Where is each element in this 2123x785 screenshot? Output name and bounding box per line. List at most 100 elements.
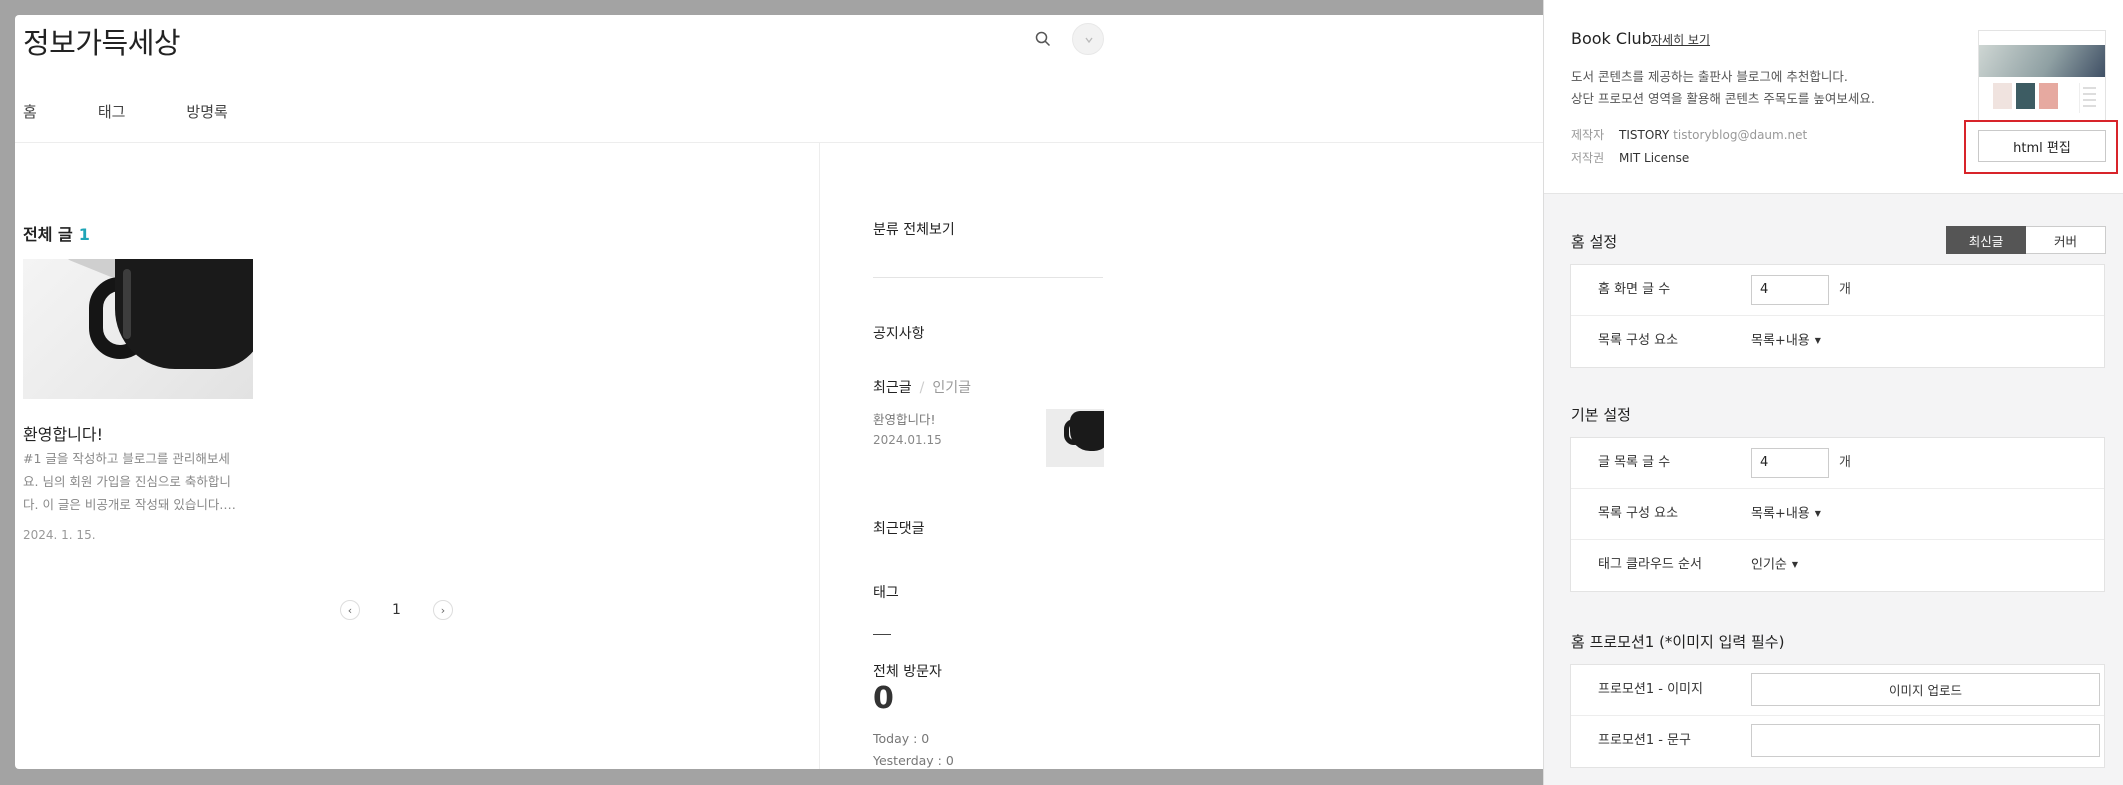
promo-image-label: 프로모션1 - 이미지 (1598, 682, 1703, 697)
tab-recent[interactable]: 최근글 (873, 380, 912, 396)
tag-order-label: 태그 클라우드 순서 (1598, 557, 1702, 572)
today-visitors: Today : 0 (873, 731, 930, 746)
skin-preview-hero (1979, 45, 2105, 77)
all-posts-heading: 전체 글 1 (23, 221, 90, 245)
promo-text-row: 프로모션1 - 문구 (1571, 716, 2104, 767)
promo-text-input[interactable] (1751, 724, 2100, 757)
skin-desc-line1: 도서 콘텐츠를 제공하는 출판사 블로그에 추천합니다. (1571, 69, 1848, 84)
thumbnail-mug-shine (123, 269, 131, 339)
notice-heading: 공지사항 (873, 326, 925, 342)
post-count-label: 글 목록 글 수 (1598, 455, 1671, 470)
maker-value: TISTORY (1619, 128, 1670, 142)
home-list-elem-value: 목록+내용 (1751, 333, 1810, 349)
basic-settings-card: 글 목록 글 수 4 개 목록 구성 요소 목록+내용 ▼ 태그 클라우드 순서 … (1570, 437, 2105, 592)
post-excerpt[interactable]: #1 글을 작성하고 블로그를 관리해보세요. 님의 회원 가입을 진심으로 축… (23, 447, 245, 516)
home-count-unit: 개 (1839, 282, 1851, 297)
promo-settings-card: 프로모션1 - 이미지 이미지 업로드 프로모션1 - 문구 (1570, 664, 2105, 768)
post-count-row: 글 목록 글 수 4 개 (1571, 438, 2104, 489)
basic-list-elem-label: 목록 구성 요소 (1598, 506, 1679, 521)
toggle-cover[interactable]: 커버 (2026, 226, 2106, 254)
column-divider (819, 143, 820, 769)
caret-down-icon: ▼ (1791, 560, 1799, 569)
nav-item-home[interactable]: 홈 (23, 101, 37, 122)
skin-preview-thumbnail (1978, 30, 2106, 122)
header-divider (15, 142, 1543, 143)
home-count-input[interactable]: 4 (1751, 275, 1829, 305)
skin-settings-panel[interactable]: Book Club 자세히 보기 도서 콘텐츠를 제공하는 출판사 블로그에 추… (1543, 0, 2123, 785)
tag-order-value: 인기순 (1751, 557, 1787, 573)
nav-item-tag[interactable]: 태그 (98, 101, 126, 122)
html-edit-button[interactable]: html 편집 (1978, 130, 2106, 162)
caret-down-icon: ▼ (1814, 509, 1821, 518)
maker-email: tistoryblog@daum.net (1673, 128, 1808, 142)
post-count-input[interactable]: 4 (1751, 448, 1829, 478)
all-posts-count: 1 (78, 225, 90, 244)
total-visitors-label: 전체 방문자 (873, 664, 942, 680)
current-page[interactable]: 1 (392, 602, 401, 618)
maker-label: 제작자 (1571, 128, 1605, 142)
toggle-latest[interactable]: 최신글 (1946, 226, 2026, 254)
tag-heading: 태그 (873, 585, 899, 601)
home-list-elem-row: 목록 구성 요소 목록+내용 ▼ (1571, 316, 2104, 367)
visitor-divider (873, 634, 891, 635)
post-count-unit: 개 (1839, 455, 1851, 470)
home-count-label: 홈 화면 글 수 (1598, 282, 1671, 297)
skin-details-link[interactable]: 자세히 보기 (1651, 31, 1710, 48)
skin-info: Book Club 자세히 보기 도서 콘텐츠를 제공하는 출판사 블로그에 추… (1544, 0, 2123, 194)
home-list-elem-select[interactable]: 목록+내용 ▼ (1751, 316, 1821, 367)
search-button[interactable] (1027, 23, 1059, 55)
tab-popular[interactable]: 인기글 (932, 380, 971, 396)
recent-comments-heading: 최근댓글 (873, 521, 925, 537)
post-date: 2024. 1. 15. (23, 528, 96, 542)
skin-desc-line2: 상단 프로모션 영역을 활용해 콘텐츠 주목도를 높여보세요. (1571, 91, 1875, 106)
main-nav: 홈 태그 방명록 (23, 101, 289, 122)
home-mode-toggle: 최신글 커버 (1946, 226, 2106, 254)
prev-page-button[interactable]: ‹ (340, 600, 360, 620)
home-settings-card: 홈 화면 글 수 4 개 목록 구성 요소 목록+내용 ▼ (1570, 264, 2105, 368)
nav-item-guestbook[interactable]: 방명록 (186, 101, 227, 122)
recent-post-date: 2024.01.15 (873, 433, 942, 447)
chevron-down-icon (1085, 37, 1093, 44)
promo-text-label: 프로모션1 - 문구 (1598, 733, 1691, 748)
home-list-elem-label: 목록 구성 요소 (1598, 333, 1679, 348)
skin-maker: 제작자 TISTORY tistoryblog@daum.net (1571, 126, 1807, 143)
all-posts-label: 전체 글 (23, 225, 73, 244)
tag-order-row: 태그 클라우드 순서 인기순 ▼ (1571, 540, 2104, 591)
post-title[interactable]: 환영합니다! (23, 421, 103, 445)
home-count-row: 홈 화면 글 수 4 개 (1571, 265, 2104, 316)
caret-down-icon: ▼ (1814, 336, 1821, 345)
skin-name: Book Club (1571, 29, 1652, 48)
blog-preview: 정보가득세상 홈 태그 방명록 전체 글 1 환영합니다! #1 글을 작성하고 … (15, 15, 1543, 769)
license-value: MIT License (1619, 151, 1690, 165)
recent-popular-tabs: 최근글 / 인기글 (873, 377, 971, 397)
sidebar-divider (873, 277, 1103, 278)
image-upload-button[interactable]: 이미지 업로드 (1751, 673, 2100, 706)
post-thumbnail[interactable] (23, 259, 253, 399)
blog-title[interactable]: 정보가득세상 (23, 20, 181, 62)
recent-post-title[interactable]: 환영합니다! (873, 409, 936, 428)
category-all-link[interactable]: 분류 전체보기 (873, 219, 955, 239)
skin-preview-card (1993, 83, 2012, 109)
home-settings-title: 홈 설정 (1571, 233, 1618, 251)
skin-description: 도서 콘텐츠를 제공하는 출판사 블로그에 추천합니다. 상단 프로모션 영역을… (1571, 66, 1875, 110)
search-icon (1035, 31, 1051, 47)
tag-order-select[interactable]: 인기순 ▼ (1751, 540, 1798, 591)
skin-license: 저작권 MIT License (1571, 149, 1689, 166)
skin-preview-card (2039, 83, 2058, 109)
basic-list-elem-value: 목록+내용 (1751, 506, 1810, 522)
recent-thumb-mug (1070, 411, 1104, 451)
basic-list-elem-select[interactable]: 목록+내용 ▼ (1751, 489, 1821, 540)
recent-post-thumbnail[interactable] (1046, 409, 1104, 467)
thumbnail-mug (115, 259, 253, 369)
license-label: 저작권 (1571, 151, 1605, 165)
profile-button[interactable] (1072, 23, 1104, 55)
next-page-button[interactable]: › (432, 600, 453, 620)
yesterday-visitors: Yesterday : 0 (873, 753, 954, 768)
pagination: ‹ 1 › (340, 600, 453, 620)
promo-image-row: 프로모션1 - 이미지 이미지 업로드 (1571, 665, 2104, 716)
skin-preview-sidebar (2079, 83, 2099, 113)
tab-separator: / (919, 380, 925, 396)
total-visitors-value: 0 (873, 681, 894, 716)
basic-list-elem-row: 목록 구성 요소 목록+내용 ▼ (1571, 489, 2104, 540)
skin-preview-card (2016, 83, 2035, 109)
